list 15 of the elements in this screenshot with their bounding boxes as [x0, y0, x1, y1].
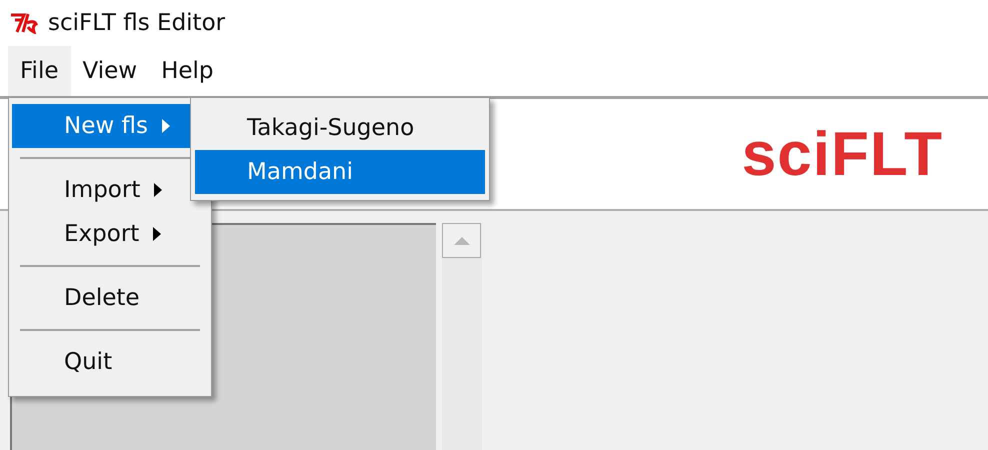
submenu-arrow-icon: [162, 119, 170, 133]
menu-item[interactable]: Mamdani: [195, 150, 485, 194]
menu-item[interactable]: File: [8, 46, 70, 96]
menu-item[interactable]: View: [70, 46, 150, 96]
window-title: sciFLT fls Editor: [48, 10, 226, 36]
menu-item[interactable]: Export: [12, 212, 208, 256]
scroll-up-button[interactable]: [442, 223, 482, 259]
menu-item[interactable]: Quit: [12, 340, 208, 384]
logo: sciFLT: [742, 118, 943, 190]
scrollbar[interactable]: [442, 223, 482, 450]
menu-item[interactable]: Delete: [12, 276, 208, 320]
menu-item[interactable]: Help: [149, 46, 226, 96]
app-icon: [10, 12, 38, 34]
submenu-arrow-icon: [153, 227, 162, 241]
submenu-arrow-icon: [154, 183, 162, 197]
